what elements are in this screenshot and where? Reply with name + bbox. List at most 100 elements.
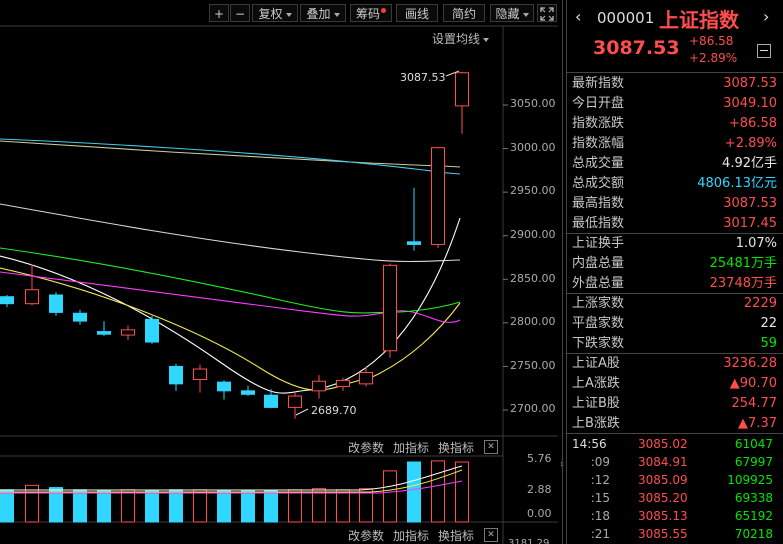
volume-bar — [383, 470, 397, 523]
tick-row: :18 3085.13 65192 — [566, 507, 783, 525]
tick-price: 3085.09 — [638, 473, 688, 487]
stat-row: 上A涨跌 ▲90.70 — [566, 374, 783, 394]
tick-time: :12 — [590, 473, 610, 487]
stat-label: 指数涨跌 — [572, 116, 625, 131]
stat-row: 上证A股 3236.28 — [566, 354, 783, 374]
stat-label: 指数涨幅 — [572, 136, 625, 151]
stat-row: 下跌家数 59 — [566, 334, 783, 354]
change-params-button-2[interactable]: 改参数 — [348, 527, 384, 544]
candle-body — [217, 381, 231, 392]
close-indicator-button-2[interactable]: ✕ — [484, 528, 498, 542]
volume-bar — [145, 490, 159, 523]
stat-label: 上B涨跌 — [572, 416, 620, 431]
candlestick-chart[interactable] — [0, 0, 560, 544]
high-price-annotation: 3087.53 — [400, 71, 446, 84]
low-price-annotation: 2689.70 — [311, 404, 357, 417]
volume-bar — [25, 484, 39, 523]
stat-label: 总成交量 — [572, 156, 625, 171]
candle-body — [193, 368, 207, 380]
indicator-bar: 改参数 加指标 换指标 ✕ — [0, 436, 560, 456]
stat-label: 最新指数 — [572, 76, 625, 91]
stat-value: 2229 — [743, 296, 777, 311]
collapse-button[interactable] — [757, 44, 771, 58]
candle-body — [431, 147, 445, 245]
stat-separator — [566, 233, 783, 234]
tick-time: :09 — [590, 455, 610, 469]
volume-bar — [169, 489, 183, 523]
tick-price: 3085.02 — [638, 437, 688, 451]
y-axis-tick: 2950.00 — [510, 184, 556, 197]
vol-tick-mid: 2.88 — [527, 483, 552, 496]
stat-label: 下跌家数 — [572, 336, 625, 351]
candle-body — [49, 294, 63, 313]
stat-separator — [566, 293, 783, 294]
next-stock-button[interactable]: › — [763, 7, 769, 26]
stat-value: 3017.45 — [723, 216, 777, 231]
stat-row: 上B涨跌 ▲7.37 — [566, 414, 783, 434]
candle-body — [264, 394, 278, 408]
stat-value: 4806.13亿元 — [697, 176, 777, 191]
stat-label: 今日开盘 — [572, 96, 625, 111]
tick-time: :21 — [590, 527, 610, 541]
vol-tick-zero: 0.00 — [527, 507, 552, 520]
stat-value: 3087.53 — [723, 196, 777, 211]
y-axis-tick: 2850.00 — [510, 272, 556, 285]
stat-row: 外盘总量 23748万手 — [566, 274, 783, 294]
candle-body — [145, 318, 159, 343]
close-indicator-button[interactable]: ✕ — [484, 440, 498, 454]
stat-row: 最高指数 3087.53 — [566, 194, 783, 214]
volume-bar — [121, 489, 135, 523]
candle-body — [25, 289, 39, 305]
prev-stock-button[interactable]: ‹ — [575, 7, 581, 26]
stat-value: 3049.10 — [723, 96, 777, 111]
volume-bar — [193, 489, 207, 523]
candle-body — [241, 390, 255, 395]
stat-label: 外盘总量 — [572, 276, 625, 291]
stat-value: 59 — [760, 336, 777, 351]
y-axis-tick: 2700.00 — [510, 402, 556, 415]
stat-row: 平盘家数 22 — [566, 314, 783, 334]
volume-bar — [0, 489, 14, 523]
tick-volume: 61047 — [734, 437, 773, 451]
stat-separator — [566, 353, 783, 354]
candle-body — [121, 329, 135, 336]
stat-value: ▲90.70 — [729, 376, 777, 391]
stat-label: 上证换手 — [572, 236, 625, 251]
volume-bar — [73, 489, 87, 523]
volume-bar — [359, 488, 373, 523]
candle-body — [97, 331, 111, 335]
add-indicator-button-2[interactable]: 加指标 — [393, 527, 429, 544]
tick-volume: 109925 — [727, 473, 773, 487]
tick-price: 3085.55 — [638, 527, 688, 541]
y-axis-tick: 3000.00 — [510, 141, 556, 154]
switch-indicator-button[interactable]: 换指标 — [438, 439, 474, 456]
candle-body — [169, 365, 183, 385]
indicator-bar-2: 改参数 加指标 换指标 ✕ — [0, 524, 560, 544]
y-axis-tick: 3050.00 — [510, 97, 556, 110]
stat-value: ▲7.37 — [738, 416, 777, 431]
add-indicator-button[interactable]: 加指标 — [393, 439, 429, 456]
stat-row: 指数涨幅 +2.89% — [566, 134, 783, 154]
stat-row: 总成交量 4.92亿手 — [566, 154, 783, 174]
stat-value: 25481万手 — [709, 256, 777, 271]
change-params-button[interactable]: 改参数 — [348, 439, 384, 456]
stat-value: 4.92亿手 — [722, 156, 777, 171]
volume-bar — [431, 460, 445, 523]
stat-label: 上涨家数 — [572, 296, 625, 311]
moving-average-line — [0, 203, 461, 263]
stat-label: 上证A股 — [572, 356, 620, 371]
candle-body — [288, 395, 302, 408]
stat-row: 最低指数 3017.45 — [566, 214, 783, 234]
tick-volume: 65192 — [734, 509, 773, 523]
y-axis-tick: 2750.00 — [510, 359, 556, 372]
stat-value: 1.07% — [735, 236, 777, 251]
stat-value: 3087.53 — [723, 76, 777, 91]
current-price: 3087.53 — [593, 37, 680, 59]
stat-label: 平盘家数 — [572, 316, 625, 331]
tick-price: 3084.91 — [638, 455, 688, 469]
tick-volume: 67997 — [734, 455, 773, 469]
stat-label: 上证B股 — [572, 396, 620, 411]
volume-bar — [312, 488, 326, 523]
switch-indicator-button-2[interactable]: 换指标 — [438, 527, 474, 544]
tick-time: :18 — [590, 509, 610, 523]
